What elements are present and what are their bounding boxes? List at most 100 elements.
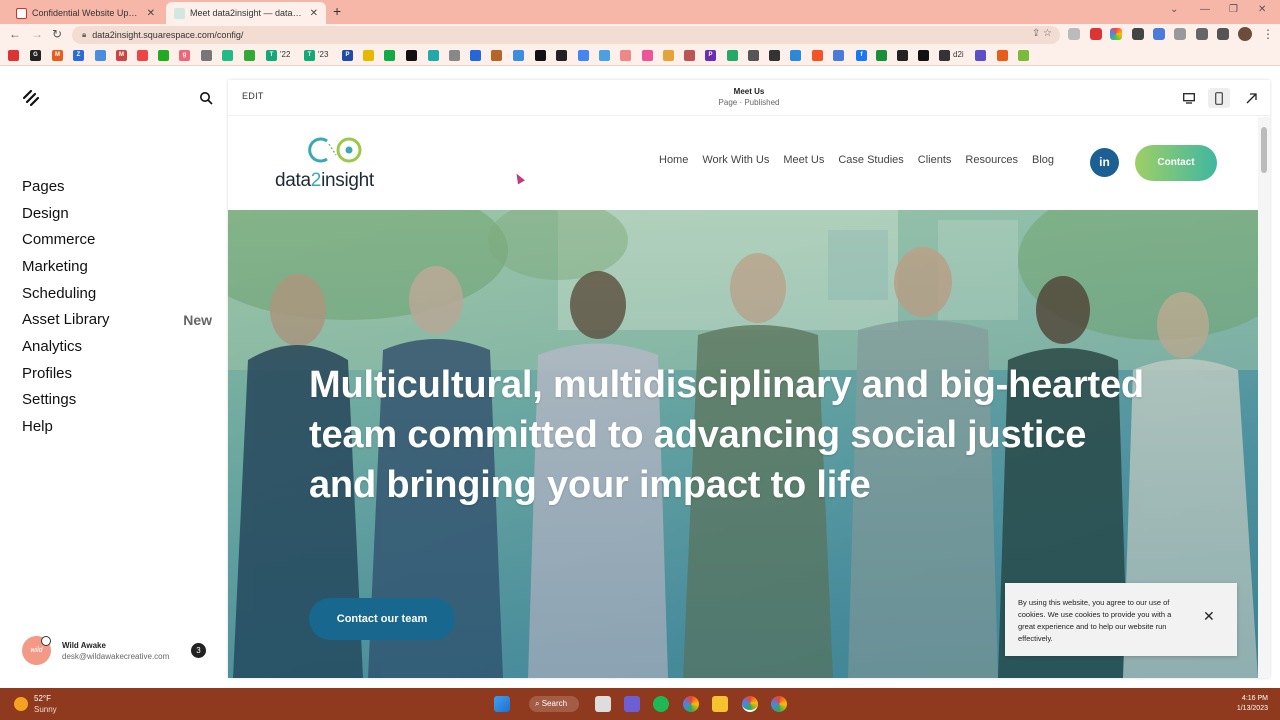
- bookmark-icon[interactable]: [158, 50, 169, 61]
- windows-start-icon[interactable]: [494, 696, 510, 712]
- spotify-icon[interactable]: [653, 696, 669, 712]
- close-icon[interactable]: ✕: [1203, 608, 1215, 625]
- bookmark-icon[interactable]: [384, 50, 395, 61]
- bookmark-icon[interactable]: [790, 50, 801, 61]
- bookmark-icon[interactable]: [513, 50, 524, 61]
- squarespace-logo-icon[interactable]: [22, 89, 40, 107]
- sidebar-item-analytics[interactable]: Analytics: [22, 333, 212, 360]
- bookmark-icon[interactable]: [578, 50, 589, 61]
- bookmark-icon[interactable]: g: [179, 50, 190, 61]
- linkedin-icon[interactable]: in: [1090, 148, 1119, 177]
- nav-link-work-with-us[interactable]: Work With Us: [702, 154, 769, 166]
- weather-sun-icon[interactable]: [14, 697, 28, 711]
- share-star-icons[interactable]: ⇪ ☆: [1032, 28, 1052, 39]
- nav-link-blog[interactable]: Blog: [1032, 154, 1054, 166]
- data2insight-logo-icon[interactable]: [303, 135, 369, 165]
- teams-chat-icon[interactable]: [624, 696, 640, 712]
- minimize-icon[interactable]: —: [1200, 4, 1210, 15]
- bookmark-icon[interactable]: [918, 50, 929, 61]
- bookmark-label[interactable]: d2i: [953, 50, 964, 59]
- bookmark-icon[interactable]: [642, 50, 653, 61]
- bookmark-icon[interactable]: [535, 50, 546, 61]
- bookmark-icon[interactable]: [428, 50, 439, 61]
- sidebar-item-design[interactable]: Design: [22, 200, 212, 227]
- bookmark-icon[interactable]: [222, 50, 233, 61]
- profile-avatar-icon[interactable]: [1238, 27, 1252, 41]
- bookmark-icon[interactable]: T: [304, 50, 315, 61]
- task-view-icon[interactable]: [595, 696, 611, 712]
- bookmark-icon[interactable]: [620, 50, 631, 61]
- mobile-view-button[interactable]: [1208, 88, 1230, 108]
- bookmark-icon[interactable]: P: [342, 50, 353, 61]
- bookmark-icon[interactable]: [939, 50, 950, 61]
- url-field[interactable]: 🔒︎ data2insight.squarespace.com/config/ …: [72, 26, 1060, 44]
- bookmark-icon[interactable]: [663, 50, 674, 61]
- scrollbar-thumb[interactable]: [1261, 127, 1267, 173]
- nav-link-home[interactable]: Home: [659, 154, 688, 166]
- bookmark-icon[interactable]: [556, 50, 567, 61]
- bookmark-icon[interactable]: [599, 50, 610, 61]
- bookmark-icon[interactable]: [8, 50, 19, 61]
- reload-icon[interactable]: ↻: [52, 27, 62, 41]
- bookmark-icon[interactable]: [137, 50, 148, 61]
- forward-arrow-icon[interactable]: →: [31, 27, 43, 41]
- close-tab-icon[interactable]: ✕: [147, 8, 155, 19]
- expand-button[interactable]: [1240, 88, 1262, 108]
- bookmark-icon[interactable]: [897, 50, 908, 61]
- bookmark-icon[interactable]: [449, 50, 460, 61]
- sidebar-item-profiles[interactable]: Profiles: [22, 360, 212, 387]
- file-explorer-icon[interactable]: [712, 696, 728, 712]
- weather-temperature[interactable]: 52°F: [34, 694, 51, 703]
- apps-grid-icon[interactable]: [1132, 28, 1144, 40]
- bookmark-icon[interactable]: [684, 50, 695, 61]
- notification-count-badge[interactable]: 3: [191, 643, 206, 658]
- search-icon[interactable]: [199, 91, 213, 105]
- bookmark-icon[interactable]: [491, 50, 502, 61]
- bookmark-icon[interactable]: [201, 50, 212, 61]
- sidebar-item-help[interactable]: Help: [22, 413, 212, 440]
- tab-confidential-website-update[interactable]: Confidential Website Update - c ✕: [8, 2, 163, 24]
- desktop-view-button[interactable]: [1178, 88, 1200, 108]
- account-menu[interactable]: wild Wild Awake desk@wildawakecreative.c…: [22, 636, 212, 668]
- bookmark-icon[interactable]: [833, 50, 844, 61]
- bookmark-icon[interactable]: T: [266, 50, 277, 61]
- bookmark-icon[interactable]: [975, 50, 986, 61]
- close-window-icon[interactable]: ✕: [1258, 4, 1266, 15]
- chevron-down-icon[interactable]: ⌄: [1170, 4, 1178, 15]
- sidebar-item-marketing[interactable]: Marketing: [22, 253, 212, 280]
- extension-icon[interactable]: [1068, 28, 1080, 40]
- sidebar-item-pages[interactable]: Pages: [22, 173, 212, 200]
- bookmark-icon[interactable]: [363, 50, 374, 61]
- chrome-profile-icon[interactable]: [771, 696, 787, 712]
- bookmark-icon[interactable]: P: [705, 50, 716, 61]
- nav-link-case-studies[interactable]: Case Studies: [838, 154, 903, 166]
- extension-icon[interactable]: [1090, 28, 1102, 40]
- bookmark-icon[interactable]: [876, 50, 887, 61]
- sidebar-item-commerce[interactable]: Commerce: [22, 226, 212, 253]
- bookmark-icon[interactable]: [812, 50, 823, 61]
- tab-meet-data2insight[interactable]: Meet data2insight — data2insigh ✕: [166, 2, 326, 24]
- nav-link-clients[interactable]: Clients: [918, 154, 952, 166]
- site-logo-text[interactable]: data2insight: [275, 170, 374, 192]
- preview-scrollbar[interactable]: [1258, 117, 1270, 678]
- bookmark-icon[interactable]: [769, 50, 780, 61]
- extension-icon[interactable]: [1110, 28, 1122, 40]
- bookmark-icon[interactable]: [470, 50, 481, 61]
- back-arrow-icon[interactable]: ←: [9, 27, 21, 41]
- system-clock[interactable]: 4:16 PM 1/13/2023: [1237, 694, 1268, 714]
- bookmark-icon[interactable]: [406, 50, 417, 61]
- puzzle-icon[interactable]: [1196, 28, 1208, 40]
- sidebar-item-asset-library[interactable]: Asset Library New: [22, 306, 212, 333]
- bookmark-icon[interactable]: Z: [73, 50, 84, 61]
- bookmark-icon[interactable]: M: [52, 50, 63, 61]
- bookmark-label[interactable]: '22: [280, 50, 290, 59]
- extension-icon[interactable]: [1153, 28, 1165, 40]
- chrome-active-icon[interactable]: [742, 696, 758, 712]
- bookmark-icon[interactable]: [748, 50, 759, 61]
- taskbar-search[interactable]: ⌕ Search: [529, 696, 579, 712]
- sidebar-item-scheduling[interactable]: Scheduling: [22, 280, 212, 307]
- bookmark-icon[interactable]: M: [116, 50, 127, 61]
- bookmark-icon[interactable]: [1018, 50, 1029, 61]
- bookmark-icon[interactable]: [997, 50, 1008, 61]
- restore-icon[interactable]: ❐: [1229, 4, 1238, 15]
